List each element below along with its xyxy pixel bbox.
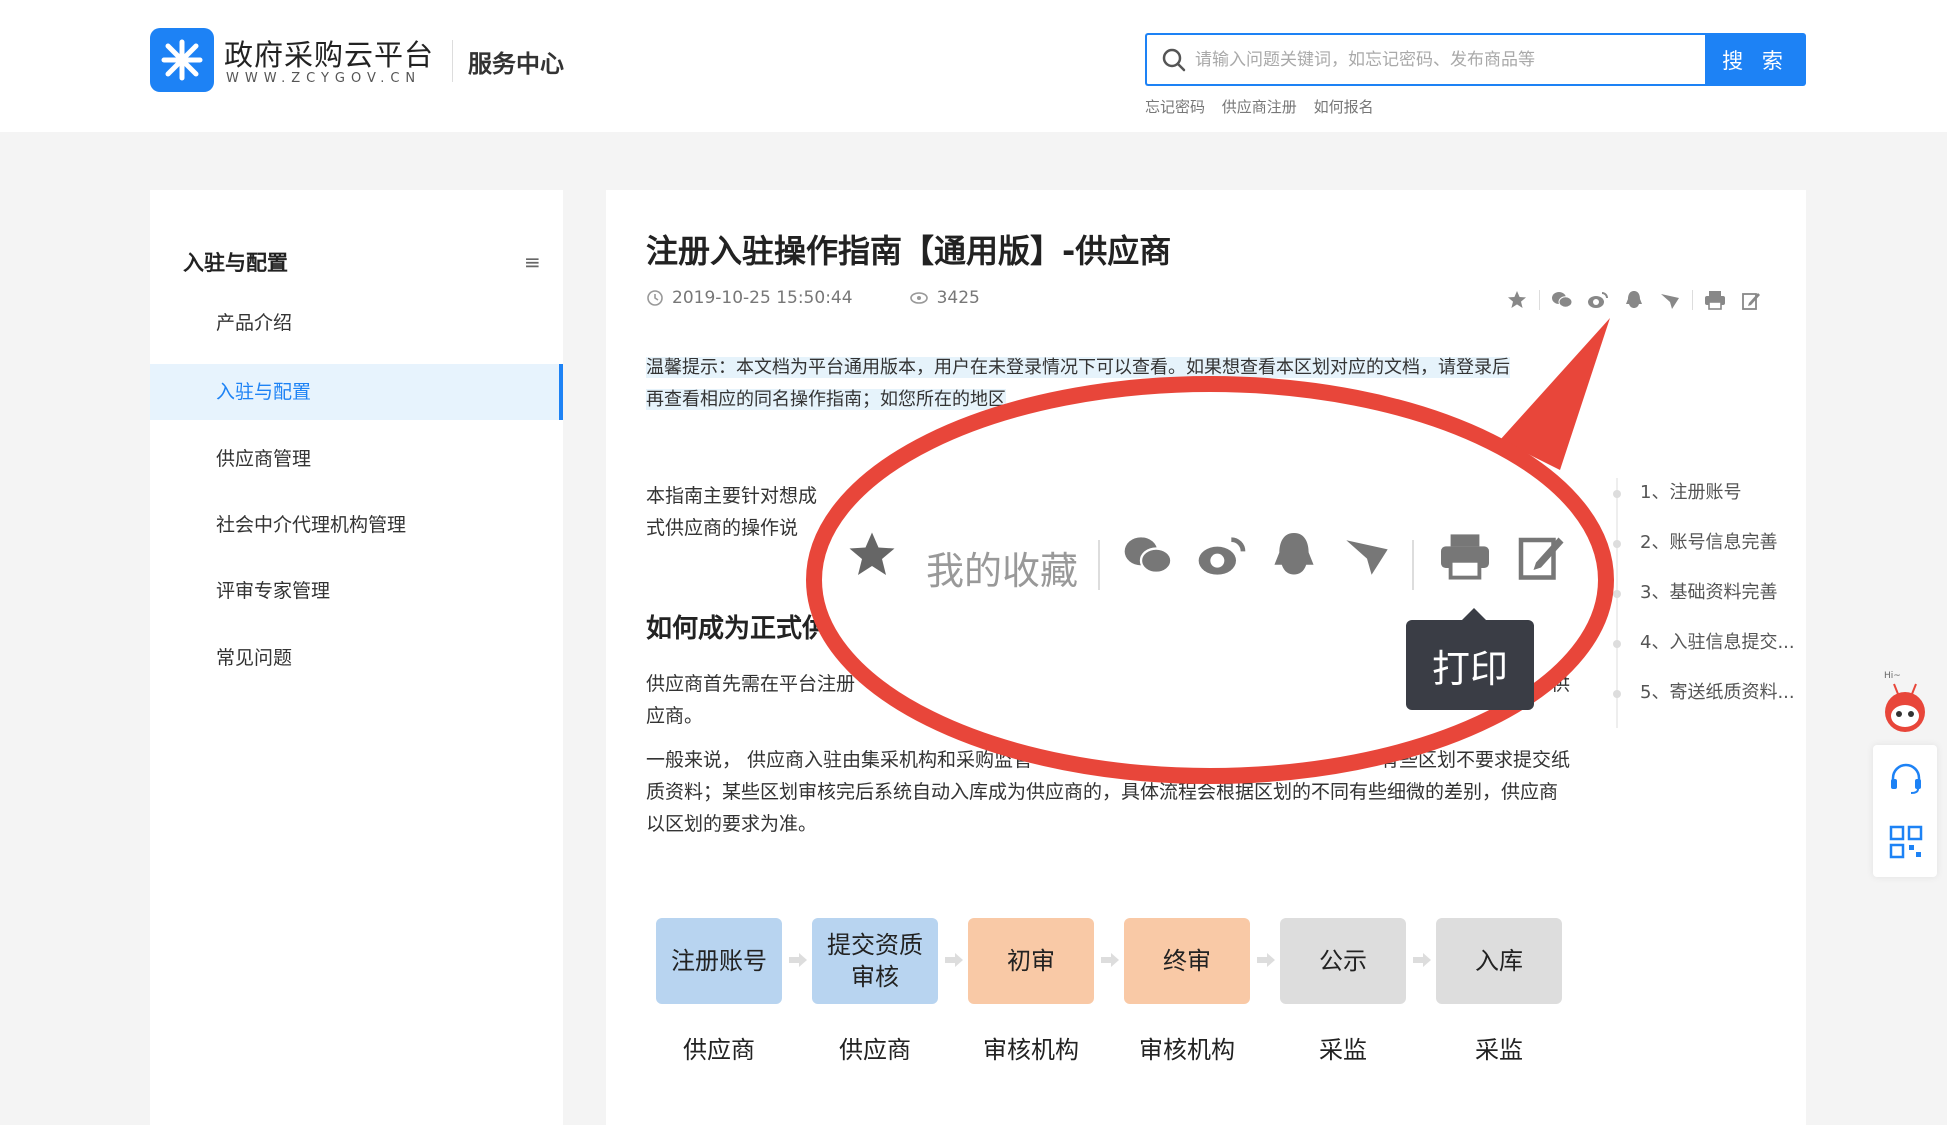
zoom-print-icon [1441,534,1489,580]
zoom-separator [1098,540,1100,590]
zoom-share-plane-icon [1346,540,1388,575]
zoom-wechat-icon [1124,537,1173,574]
zoom-weibo-icon [1198,537,1246,575]
print-tooltip: 打印 [1406,608,1534,710]
zoom-feedback-edit-icon [1518,537,1564,580]
zoomed-toolbar: 我的收藏 打印 [806,380,1606,760]
zoom-separator [1412,540,1414,590]
zoom-star-icon [849,532,895,575]
zoom-qq-icon [1274,533,1314,575]
zoom-favorite-label: 我的收藏 [926,549,1079,593]
